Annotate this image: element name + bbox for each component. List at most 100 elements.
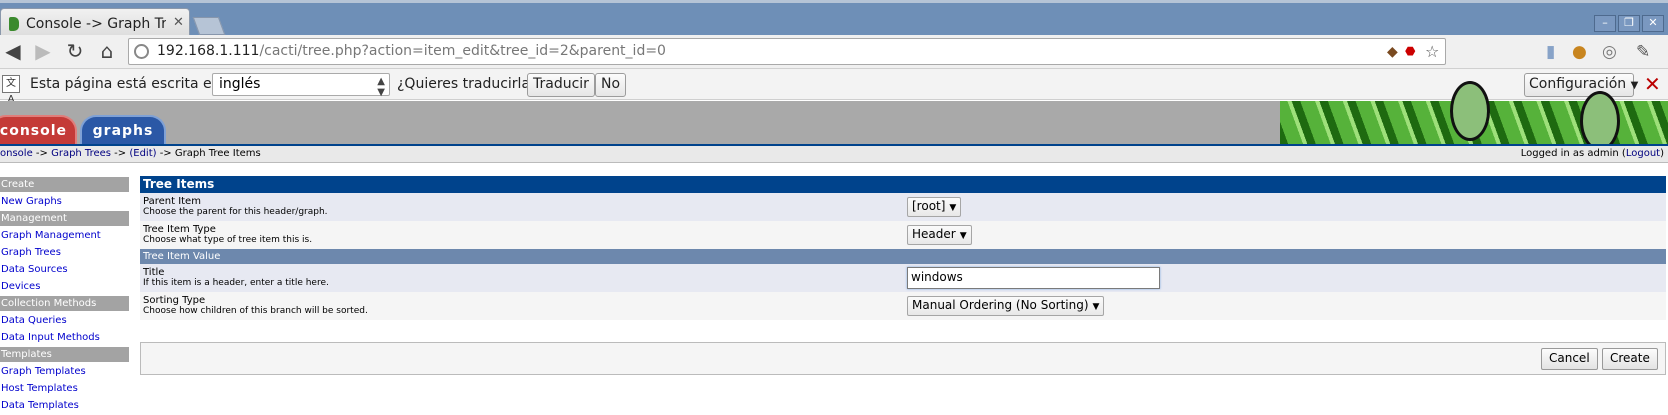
tab-console[interactable]: console — [0, 115, 77, 145]
translate-message: Esta página está escrita en — [30, 76, 221, 92]
menu-item-graph-templates[interactable]: Graph Templates — [0, 364, 129, 379]
breadcrumb-sep: -> — [156, 148, 175, 159]
extension-shape-icon[interactable]: ◆ — [1387, 44, 1398, 60]
console-menu: Create New Graphs Management Graph Manag… — [0, 177, 129, 415]
tree-item-type-row: Tree Item Type Choose what type of tree … — [140, 221, 1666, 249]
login-text: Logged in as admin ( — [1520, 148, 1626, 159]
tab-close-icon[interactable]: ✕ — [173, 15, 184, 30]
navigation-bar: onsole -> Graph Trees -> (Edit) -> Graph… — [0, 146, 1668, 163]
globe-icon[interactable]: ◎ — [1602, 42, 1617, 62]
browser-toolbar: ◀ ▶ ↻ ⌂ 192.168.1.111/cacti/tree.php?act… — [0, 35, 1668, 69]
sorting-type-row: Sorting Type Choose how children of this… — [140, 292, 1666, 320]
breadcrumb-sep: -> — [32, 148, 52, 159]
window-close-icon[interactable]: ✕ — [1642, 15, 1664, 32]
title-input[interactable]: windows — [907, 267, 1160, 289]
breadcrumb-sep: -> — [110, 148, 130, 159]
menu-item-host-templates[interactable]: Host Templates — [0, 381, 129, 396]
cactus-blob — [1580, 91, 1620, 151]
field-title: Tree Item Type — [143, 224, 216, 235]
maximize-icon[interactable]: ❐ — [1618, 15, 1640, 32]
home-icon[interactable]: ⌂ — [94, 39, 120, 63]
menu-header-create: Create — [0, 177, 129, 192]
tree-item-type-select[interactable]: Header ▼ — [907, 225, 972, 245]
breadcrumb-graph-trees[interactable]: Graph Trees — [51, 148, 111, 159]
breadcrumb-console[interactable]: onsole — [0, 148, 33, 159]
no-translate-button[interactable]: No — [595, 73, 627, 97]
browser-tab[interactable]: Console -> Graph Trees ✕ — [0, 8, 190, 38]
select-value: Manual Ordering (No Sorting) — [912, 298, 1089, 312]
back-icon[interactable]: ◀ — [0, 39, 26, 63]
translate-icon: 文A — [2, 75, 20, 105]
infobar-close-icon[interactable]: ✕ — [1644, 72, 1661, 96]
cancel-button[interactable]: Cancel — [1541, 348, 1598, 370]
menu-item-data-input-methods[interactable]: Data Input Methods — [0, 330, 129, 345]
minimize-icon[interactable]: – — [1594, 15, 1616, 32]
field-description: Choose what type of tree item this is. — [143, 235, 313, 245]
cacti-logo-art — [1280, 81, 1668, 151]
tree-item-type-label: Tree Item Type Choose what type of tree … — [143, 224, 312, 246]
select-value: [root] — [912, 199, 946, 213]
chevron-down-icon: ▼ — [949, 203, 957, 213]
field-description: Choose the parent for this header/graph. — [143, 207, 328, 217]
cactus-blob — [1450, 81, 1490, 141]
reload-icon[interactable]: ↻ — [62, 39, 88, 63]
adblock-icon[interactable]: ⬣ — [1405, 44, 1415, 58]
tree-item-form: Tree Items Parent Item Choose the parent… — [140, 176, 1666, 320]
chevron-down-icon: ▼ — [1630, 80, 1639, 91]
bookmark-star-icon[interactable]: ☆ — [1425, 42, 1439, 61]
translate-button[interactable]: Traducir — [527, 73, 595, 97]
select-value: Header — [912, 227, 956, 241]
translate-config-button[interactable]: Configuración ▼ — [1524, 73, 1638, 97]
new-tab-button[interactable] — [192, 17, 226, 35]
menu-item-data-sources[interactable]: Data Sources — [0, 262, 129, 277]
form-actions: Cancel Create — [140, 342, 1666, 375]
title-label: Title If this item is a header, enter a … — [143, 267, 329, 289]
menu-item-new-graphs[interactable]: New Graphs — [0, 194, 129, 209]
login-info: Logged in as admin (Logout) — [1521, 148, 1664, 159]
select-arrows-icon: ▲ ▼ — [377, 76, 385, 98]
menu-header-collection-methods: Collection Methods — [0, 296, 129, 311]
login-suffix: ) — [1660, 148, 1664, 159]
parent-item-label: Parent Item Choose the parent for this h… — [143, 196, 328, 218]
menu-item-data-queries[interactable]: Data Queries — [0, 313, 129, 328]
section-header: Tree Items — [140, 176, 1666, 193]
sorting-type-label: Sorting Type Choose how children of this… — [143, 295, 368, 317]
menu-item-graph-trees[interactable]: Graph Trees — [0, 245, 129, 260]
chevron-down-icon: ▼ — [1092, 302, 1100, 312]
menu-header-management: Management — [0, 211, 129, 226]
window-titlebar: Console -> Graph Trees ✕ – ❐ ✕ — [0, 0, 1668, 38]
tab-title: Console -> Graph Trees — [26, 16, 166, 32]
cacti-favicon-icon — [9, 17, 19, 31]
parent-item-select[interactable]: [root] ▼ — [907, 197, 962, 217]
menu-item-devices[interactable]: Devices — [0, 279, 129, 294]
delicious-icon[interactable]: ▮ — [1546, 42, 1555, 62]
field-title: Sorting Type — [143, 295, 206, 306]
cacti-header: console graphs — [0, 81, 1668, 151]
breadcrumb: onsole -> Graph Trees -> (Edit) -> Graph… — [0, 148, 261, 159]
menu-item-graph-management[interactable]: Graph Management — [0, 228, 129, 243]
subsection-header: Tree Item Value — [140, 249, 1666, 264]
language-select[interactable]: inglés ▲ ▼ — [212, 73, 390, 98]
tab-graphs[interactable]: graphs — [80, 115, 166, 145]
create-button[interactable]: Create — [1602, 348, 1658, 370]
config-label: Configuración — [1529, 76, 1627, 92]
address-bar[interactable]: 192.168.1.111/cacti/tree.php?action=item… — [128, 38, 1446, 65]
menu-header-templates: Templates — [0, 347, 129, 362]
logout-link[interactable]: Logout — [1626, 148, 1660, 159]
menu-item-data-templates[interactable]: Data Templates — [0, 398, 129, 413]
translate-infobar: 文A Esta página está escrita en inglés ▲ ▼… — [0, 69, 1668, 105]
forward-icon[interactable]: ▶ — [30, 39, 56, 63]
parent-item-row: Parent Item Choose the parent for this h… — [140, 193, 1666, 221]
breadcrumb-current: Graph Tree Items — [174, 148, 261, 159]
wrench-icon[interactable]: ✎ — [1636, 42, 1650, 62]
cookie-icon[interactable]: ● — [1572, 42, 1587, 62]
sorting-type-select[interactable]: Manual Ordering (No Sorting) ▼ — [907, 296, 1105, 316]
field-description: If this item is a header, enter a title … — [143, 278, 329, 288]
chevron-down-icon: ▼ — [959, 231, 967, 241]
title-row: Title If this item is a header, enter a … — [140, 264, 1666, 292]
field-title: Title — [143, 267, 165, 278]
breadcrumb-edit[interactable]: (Edit) — [129, 148, 156, 159]
field-description: Choose how children of this branch will … — [143, 306, 368, 316]
url-text: 192.168.1.111/cacti/tree.php?action=item… — [157, 43, 666, 59]
page-info-icon[interactable] — [134, 44, 149, 59]
